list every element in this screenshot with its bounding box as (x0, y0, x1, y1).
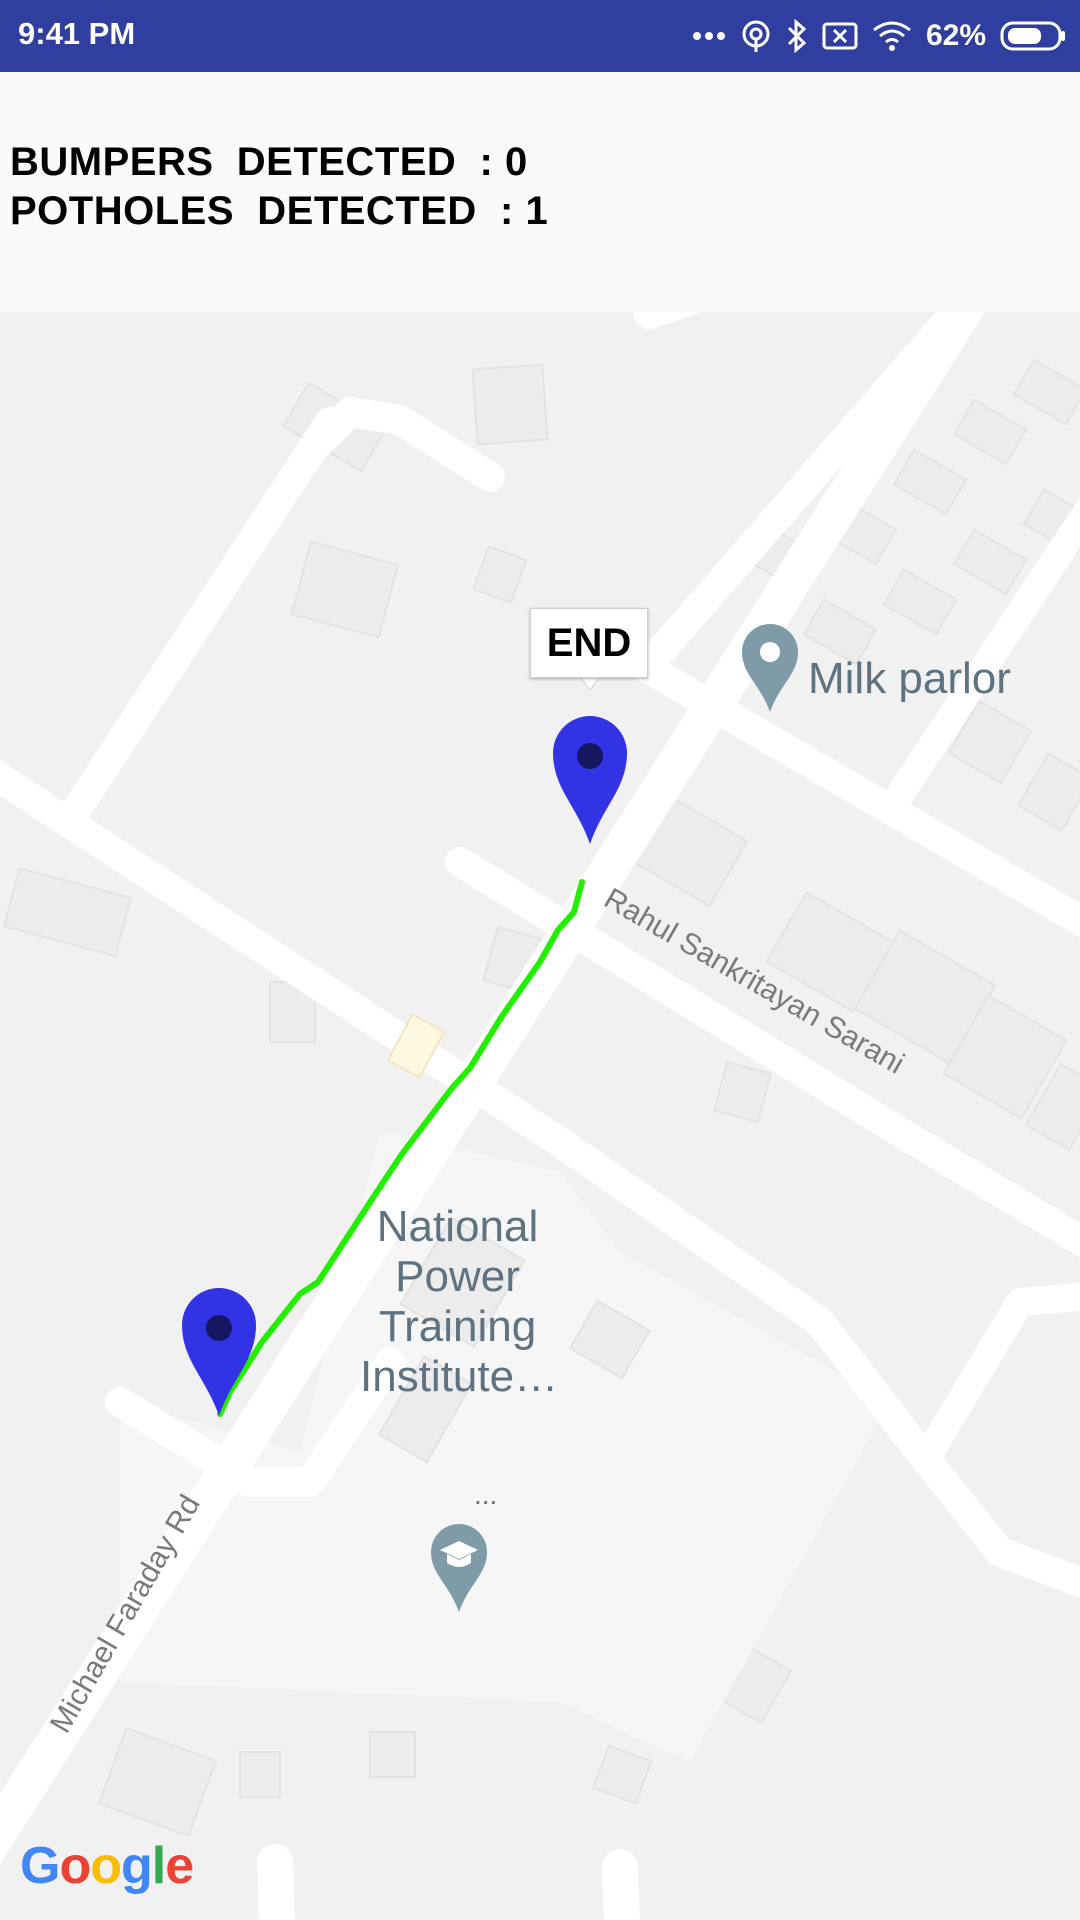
institute-label-line: Institute… (360, 1352, 559, 1401)
google-letter: g (120, 1837, 153, 1895)
end-marker-callout: END (530, 608, 648, 678)
no-sim-icon (822, 22, 858, 50)
institute-label-line: Training (378, 1302, 537, 1351)
battery-icon (1000, 20, 1066, 52)
google-letter: l (151, 1837, 166, 1895)
start-marker-icon[interactable] (182, 1288, 256, 1416)
institute-label[interactable]: National Power Training Institute… (360, 1202, 559, 1402)
status-bar: 9:41 PM 62% (0, 0, 1080, 72)
map-view[interactable]: END Milk parlor National Power Training … (0, 312, 1080, 1920)
more-dots-icon (692, 31, 726, 41)
wifi-icon (872, 20, 912, 52)
potholes-count: POTHOLES DETECTED : 1 (10, 189, 549, 233)
google-letter: e (165, 1837, 194, 1895)
bluetooth-icon (786, 19, 808, 53)
bumpers-count: BUMPERS DETECTED : 0 (10, 140, 528, 184)
map-canvas[interactable] (0, 312, 1080, 1920)
detection-stats-panel: BUMPERS DETECTED : 0 POTHOLES DETECTED :… (0, 72, 1080, 312)
institute-label-line: National (376, 1202, 539, 1251)
milk-parlor-label[interactable]: Milk parlor (808, 654, 1011, 704)
hotspot-icon (740, 19, 772, 53)
status-icons: 62% (692, 14, 1066, 58)
status-time: 9:41 PM (18, 16, 136, 51)
google-letter: G (20, 1837, 60, 1895)
google-letter: o (59, 1837, 91, 1895)
institute-label-line: Power (395, 1252, 520, 1301)
milk-parlor-pin-icon[interactable] (742, 624, 798, 712)
google-letter: o (90, 1837, 122, 1895)
place-ellipsis-label: ... (474, 1479, 498, 1510)
google-logo[interactable]: Google (20, 1836, 194, 1896)
battery-percent: 62% (925, 19, 986, 52)
